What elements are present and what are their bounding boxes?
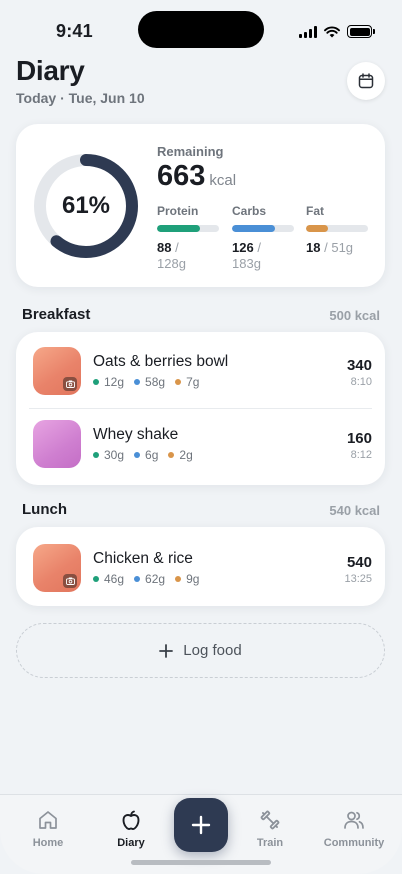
tab-label: Diary xyxy=(117,837,145,849)
food-item[interactable]: Chicken & rice 46g 62g 9g 540 13:25 xyxy=(16,529,385,604)
carbs-dot xyxy=(134,576,141,582)
home-icon xyxy=(39,811,57,829)
log-food-button[interactable]: Log food xyxy=(16,623,385,678)
meal-title-lunch: Lunch xyxy=(22,501,67,518)
fat-dot xyxy=(175,576,182,582)
protein-dot xyxy=(93,452,99,458)
add-entry-fab[interactable] xyxy=(174,798,228,852)
meal-card-lunch: Chicken & rice 46g 62g 9g 540 13:25 xyxy=(16,527,385,606)
tab-community[interactable]: Community xyxy=(314,809,394,849)
macro-bar-fill xyxy=(157,225,200,232)
remaining-unit: kcal xyxy=(209,172,237,189)
remaining-number: 663 xyxy=(157,160,206,192)
carbs-dot xyxy=(134,452,141,458)
macro-bar xyxy=(306,225,368,232)
plus-icon xyxy=(159,643,174,658)
food-kcal: 540 xyxy=(346,554,372,571)
phone-screen: 9:41 Diary Today · Tue, Jun 10 61% Remai… xyxy=(0,0,402,874)
macro-bar xyxy=(232,225,294,232)
status-time: 9:41 xyxy=(56,21,93,41)
remaining-value: 663 kcal xyxy=(157,160,236,193)
wifi-icon xyxy=(324,25,340,37)
apple-icon xyxy=(122,810,140,830)
people-icon xyxy=(344,811,364,829)
food-name: Oats & berries bowl xyxy=(93,353,229,370)
food-thumbnail xyxy=(33,420,81,468)
protein-dot xyxy=(93,379,99,385)
macro-protein: Protein 88 /128g xyxy=(157,204,219,272)
tab-home[interactable]: Home xyxy=(8,809,88,849)
battery-icon xyxy=(347,25,375,38)
food-time: 13:25 xyxy=(344,573,372,585)
calendar-button[interactable] xyxy=(347,62,385,100)
food-thumbnail xyxy=(33,347,81,395)
macro-bar-fill xyxy=(232,225,275,232)
plus-icon xyxy=(191,815,211,835)
fat-dot xyxy=(175,379,182,385)
macro-fat: Fat 18 / 51g xyxy=(306,204,368,256)
food-thumbnail xyxy=(33,544,81,592)
remaining-label: Remaining xyxy=(157,144,224,159)
tab-label: Community xyxy=(323,837,385,849)
food-macros: 12g 58g 7g xyxy=(93,375,199,389)
ring-percent: 61% xyxy=(61,192,111,219)
food-name: Whey shake xyxy=(93,426,179,443)
macro-label: Protein xyxy=(157,204,199,218)
meal-kcal-breakfast: 500 kcal xyxy=(329,308,380,323)
carbs-dot xyxy=(134,379,141,385)
signal-icon xyxy=(299,25,317,38)
dumbbell-icon xyxy=(260,810,280,830)
macro-value: 18 / 51g xyxy=(306,240,354,255)
food-item[interactable]: Whey shake 30g 6g 2g 160 8:12 xyxy=(16,405,385,480)
status-bar: 9:41 xyxy=(0,0,402,60)
camera-icon xyxy=(63,377,77,391)
food-name: Chicken & rice xyxy=(93,550,193,567)
meal-kcal-lunch: 540 kcal xyxy=(329,503,380,518)
food-time: 8:12 xyxy=(350,449,372,461)
macro-value: 88 /128g xyxy=(157,240,186,271)
food-macros: 30g 6g 2g xyxy=(93,448,193,462)
tab-label: Train xyxy=(256,837,284,849)
macro-value: 126 /183g xyxy=(232,240,261,271)
food-kcal: 340 xyxy=(346,357,372,374)
log-food-label: Log food xyxy=(183,642,242,659)
dynamic-island xyxy=(138,11,264,48)
food-macros: 46g 62g 9g xyxy=(93,572,199,586)
protein-dot xyxy=(93,576,99,582)
fat-dot xyxy=(168,452,175,458)
tab-label: Home xyxy=(32,837,64,849)
food-kcal: 160 xyxy=(346,430,372,447)
food-item[interactable]: Oats & berries bowl 12g 58g 7g 340 8:10 xyxy=(16,332,385,407)
tab-train[interactable]: Train xyxy=(230,809,310,849)
home-indicator xyxy=(131,860,271,865)
macro-label: Fat xyxy=(306,204,324,218)
meal-title-breakfast: Breakfast xyxy=(22,306,91,323)
meal-card-breakfast: Oats & berries bowl 12g 58g 7g 340 8:10 … xyxy=(16,332,385,485)
macro-label: Carbs xyxy=(232,204,267,218)
macro-bar-fill xyxy=(306,225,328,232)
tab-diary[interactable]: Diary xyxy=(91,809,171,849)
macro-bar xyxy=(157,225,219,232)
macro-carbs: Carbs 126 /183g xyxy=(232,204,294,272)
status-icons xyxy=(299,25,375,38)
page-title: Diary xyxy=(16,55,85,86)
calorie-summary-card[interactable]: 61% Remaining 663 kcal Protein 88 /128g … xyxy=(16,124,385,287)
food-time: 8:10 xyxy=(350,376,372,388)
camera-icon xyxy=(63,574,77,588)
page-date: Today · Tue, Jun 10 xyxy=(16,90,145,106)
calendar-icon xyxy=(358,73,374,89)
